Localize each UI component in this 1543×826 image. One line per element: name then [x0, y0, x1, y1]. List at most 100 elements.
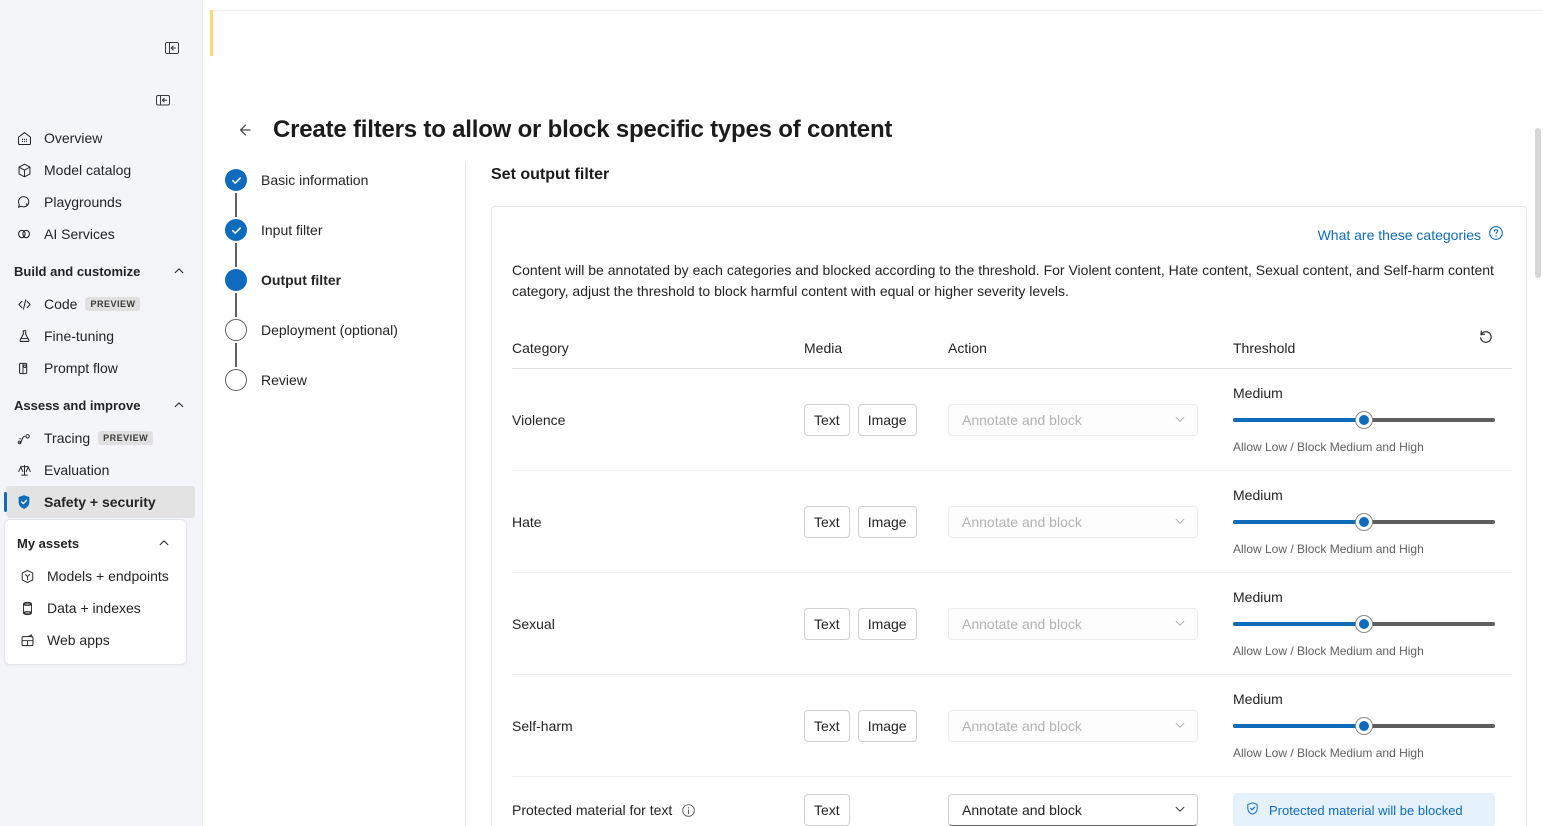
sidebar-item-safety-security[interactable]: Safety + security [6, 486, 195, 518]
main-content-area: Create filters to allow or block specifi… [203, 62, 1543, 826]
action-dropdown[interactable]: Annotate and block [948, 608, 1198, 640]
cell-category: Self-harm [512, 675, 804, 777]
sidebar-item-label: Safety + security [44, 492, 156, 512]
slider-thumb[interactable] [1356, 412, 1372, 428]
sidebar-item-data-indexes[interactable]: Data + indexes [9, 592, 180, 624]
step-connector [235, 343, 237, 367]
panel-collapse-icon-top[interactable] [160, 36, 184, 60]
sidebar-item-overview[interactable]: Overview [6, 122, 195, 154]
action-dropdown[interactable]: Annotate and block [948, 506, 1198, 538]
slider-fill [1233, 724, 1364, 728]
chevron-down-icon [1174, 616, 1186, 632]
reset-arrow-icon[interactable] [1473, 324, 1499, 350]
panel-collapse-icon-second[interactable] [151, 88, 175, 112]
flask-icon [14, 326, 34, 346]
media-chip-image[interactable]: Image [858, 608, 917, 640]
sidebar-item-label: Tracing [44, 428, 90, 448]
top-command-bar [210, 10, 1543, 62]
page-header: Create filters to allow or block specifi… [231, 116, 892, 144]
wizard-step-review[interactable]: Review [225, 367, 465, 393]
arrow-left-icon[interactable] [231, 117, 257, 143]
shield-check-icon [1245, 801, 1260, 819]
category-label: Protected material for text [512, 802, 672, 818]
wizard-step-deployment[interactable]: Deployment (optional) [225, 317, 465, 343]
cell-media: Text [804, 777, 948, 826]
sidebar-group-my-assets[interactable]: My assets [9, 528, 178, 558]
slider-thumb[interactable] [1356, 616, 1372, 632]
sidebar-item-evaluation[interactable]: Evaluation [6, 454, 195, 486]
action-dropdown-value: Annotate and block [962, 412, 1082, 428]
scales-icon [14, 460, 34, 480]
preview-badge: PREVIEW [98, 431, 153, 445]
sidebar-group-assess-and-improve[interactable]: Assess and improve [6, 390, 193, 420]
sidebar-item-fine-tuning[interactable]: Fine-tuning [6, 320, 195, 352]
cell-category: Sexual [512, 573, 804, 675]
sidebar-item-label: Model catalog [44, 160, 131, 180]
section-title: Set output filter [491, 166, 1543, 184]
sidebar-item-models-endpoints[interactable]: Models + endpoints [9, 560, 180, 592]
threshold-slider[interactable] [1233, 616, 1495, 632]
slider-thumb[interactable] [1356, 718, 1372, 734]
cell-action: Annotate and block [948, 369, 1233, 471]
sidebar-item-model-catalog[interactable]: Model catalog [6, 154, 195, 186]
sidebar-group-build-and-customize[interactable]: Build and customize [6, 256, 193, 286]
sidebar-my-assets-card: My assets Models + endpoints [4, 519, 187, 665]
column-header-reset [1473, 324, 1512, 369]
shield-check-icon [14, 492, 34, 512]
code-icon [14, 294, 34, 314]
sidebar-item-ai-services[interactable]: AI Services [6, 218, 195, 250]
sidebar-item-label: Overview [44, 128, 102, 148]
action-dropdown[interactable]: Annotate and block [948, 404, 1198, 436]
media-chip-text[interactable]: Text [804, 608, 850, 640]
categories-help-row: What are these categories [512, 225, 1506, 244]
cell-media: Text Image [804, 573, 948, 675]
sidebar-item-tracing[interactable]: Tracing PREVIEW [6, 422, 195, 454]
media-chip-image[interactable]: Image [858, 404, 917, 436]
info-circle-icon[interactable] [681, 803, 696, 818]
action-dropdown[interactable]: Annotate and block [948, 710, 1198, 742]
media-chip-text[interactable]: Text [804, 506, 850, 538]
media-toggle-group: Text [804, 794, 948, 826]
wizard-step-output-filter[interactable]: Output filter [225, 267, 465, 293]
wizard-step-basic-information[interactable]: Basic information [225, 167, 465, 193]
threshold-slider[interactable] [1233, 514, 1495, 530]
cell-media: Text Image [804, 369, 948, 471]
sidebar-item-code[interactable]: Code PREVIEW [6, 288, 195, 320]
what-are-these-categories-link[interactable]: What are these categories [1318, 225, 1504, 244]
table-row-protected-material-text: Protected material for text [512, 777, 1512, 826]
sidebar-item-label: Fine-tuning [44, 326, 114, 346]
webapp-icon [17, 630, 37, 650]
media-chip-image[interactable]: Image [858, 710, 917, 742]
media-chip-image[interactable]: Image [858, 506, 917, 538]
vertical-scrollbar-track[interactable] [1532, 62, 1543, 826]
slider-thumb[interactable] [1356, 514, 1372, 530]
wizard-step-input-filter[interactable]: Input filter [225, 217, 465, 243]
sidebar-item-label: Models + endpoints [47, 566, 169, 586]
threshold-control: Medium Allow Low / Block Medium and High [1233, 385, 1495, 454]
cell-threshold: Medium Allow Low / Block Medium and High [1233, 471, 1512, 573]
sidebar-item-label: Web apps [47, 630, 110, 650]
media-chip-text[interactable]: Text [804, 710, 850, 742]
step-current-dot-icon [225, 269, 247, 291]
sidebar-item-web-apps[interactable]: Web apps [9, 624, 180, 656]
database-icon [17, 598, 37, 618]
threshold-slider[interactable] [1233, 412, 1495, 428]
action-dropdown[interactable]: Annotate and block [948, 794, 1198, 826]
step-connector [235, 193, 237, 217]
threshold-control: Medium Allow Low / Block Medium and High [1233, 691, 1495, 760]
cell-threshold: Medium Allow Low / Block Medium and High [1233, 573, 1512, 675]
cell-media: Text Image [804, 675, 948, 777]
threshold-value-label: Medium [1233, 691, 1495, 707]
sidebar-item-prompt-flow[interactable]: Prompt flow [6, 352, 195, 384]
vertical-scrollbar-thumb[interactable] [1535, 128, 1541, 278]
wizard-steps: Basic information Input filter Output fi… [225, 167, 465, 393]
threshold-description: Allow Low / Block Medium and High [1233, 746, 1495, 760]
column-header-action: Action [948, 324, 1233, 369]
sidebar-item-playgrounds[interactable]: Playgrounds [6, 186, 195, 218]
threshold-slider[interactable] [1233, 718, 1495, 734]
media-chip-text[interactable]: Text [804, 794, 850, 826]
media-chip-text[interactable]: Text [804, 404, 850, 436]
action-dropdown-value: Annotate and block [962, 514, 1082, 530]
category-label: Hate [512, 514, 542, 530]
step-empty-circle-icon [225, 319, 247, 341]
